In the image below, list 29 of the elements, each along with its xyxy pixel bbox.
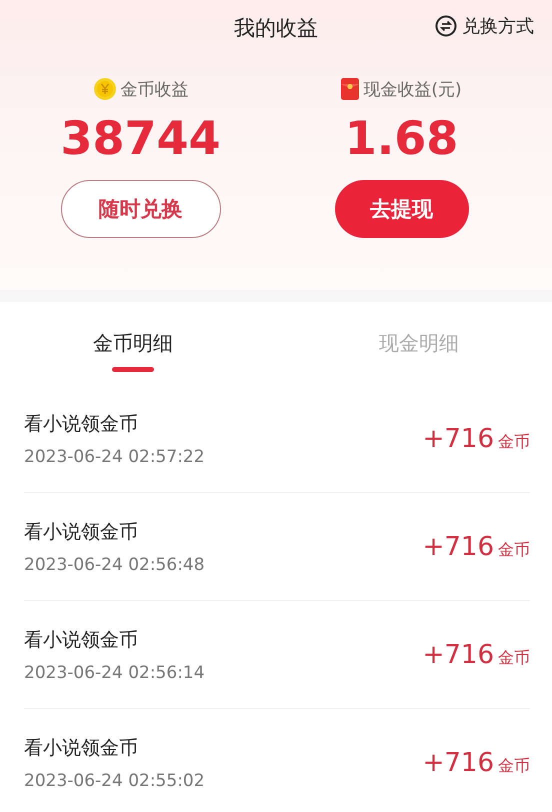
exchange-button[interactable]: 随时兑换 [60, 180, 220, 238]
record-unit: 金币 [498, 648, 530, 668]
record-title: 看小说领金币 [24, 412, 139, 436]
tab[interactable]: 金币明细 [0, 302, 286, 385]
record-amount: +716 [422, 532, 494, 562]
record-unit: 金币 [498, 540, 530, 560]
balance-label: 金币收益 [120, 78, 188, 100]
exchange-icon [435, 15, 457, 37]
record-time: 2023-06-24 02:56:14 [24, 662, 205, 682]
envelope-icon [341, 78, 360, 100]
record-amount: +716 [422, 424, 494, 454]
record-title: 看小说领金币 [24, 736, 139, 760]
record-amount: +716 [422, 640, 494, 670]
record-amount: +716 [422, 748, 494, 778]
record-unit: 金币 [498, 756, 530, 776]
balance-label: 现金收益(元) [363, 78, 462, 100]
exchange-method-link[interactable]: 兑换方式 [435, 14, 534, 38]
record-unit: 金币 [498, 432, 530, 452]
record-time: 2023-06-24 02:57:22 [24, 446, 205, 466]
record-title: 看小说领金币 [24, 520, 139, 544]
record-time: 2023-06-24 02:56:48 [24, 554, 205, 574]
coin-icon [92, 77, 116, 101]
balance-amount: 1.68 [344, 110, 458, 167]
tab[interactable]: 现金明细 [286, 302, 552, 385]
page-title: 我的收益 [234, 15, 318, 42]
record-title: 看小说领金币 [24, 628, 139, 652]
balance-amount: 38744 [60, 110, 221, 167]
withdraw-button[interactable]: 去提现 [334, 180, 468, 238]
record-time: 2023-06-24 02:55:02 [24, 770, 205, 790]
